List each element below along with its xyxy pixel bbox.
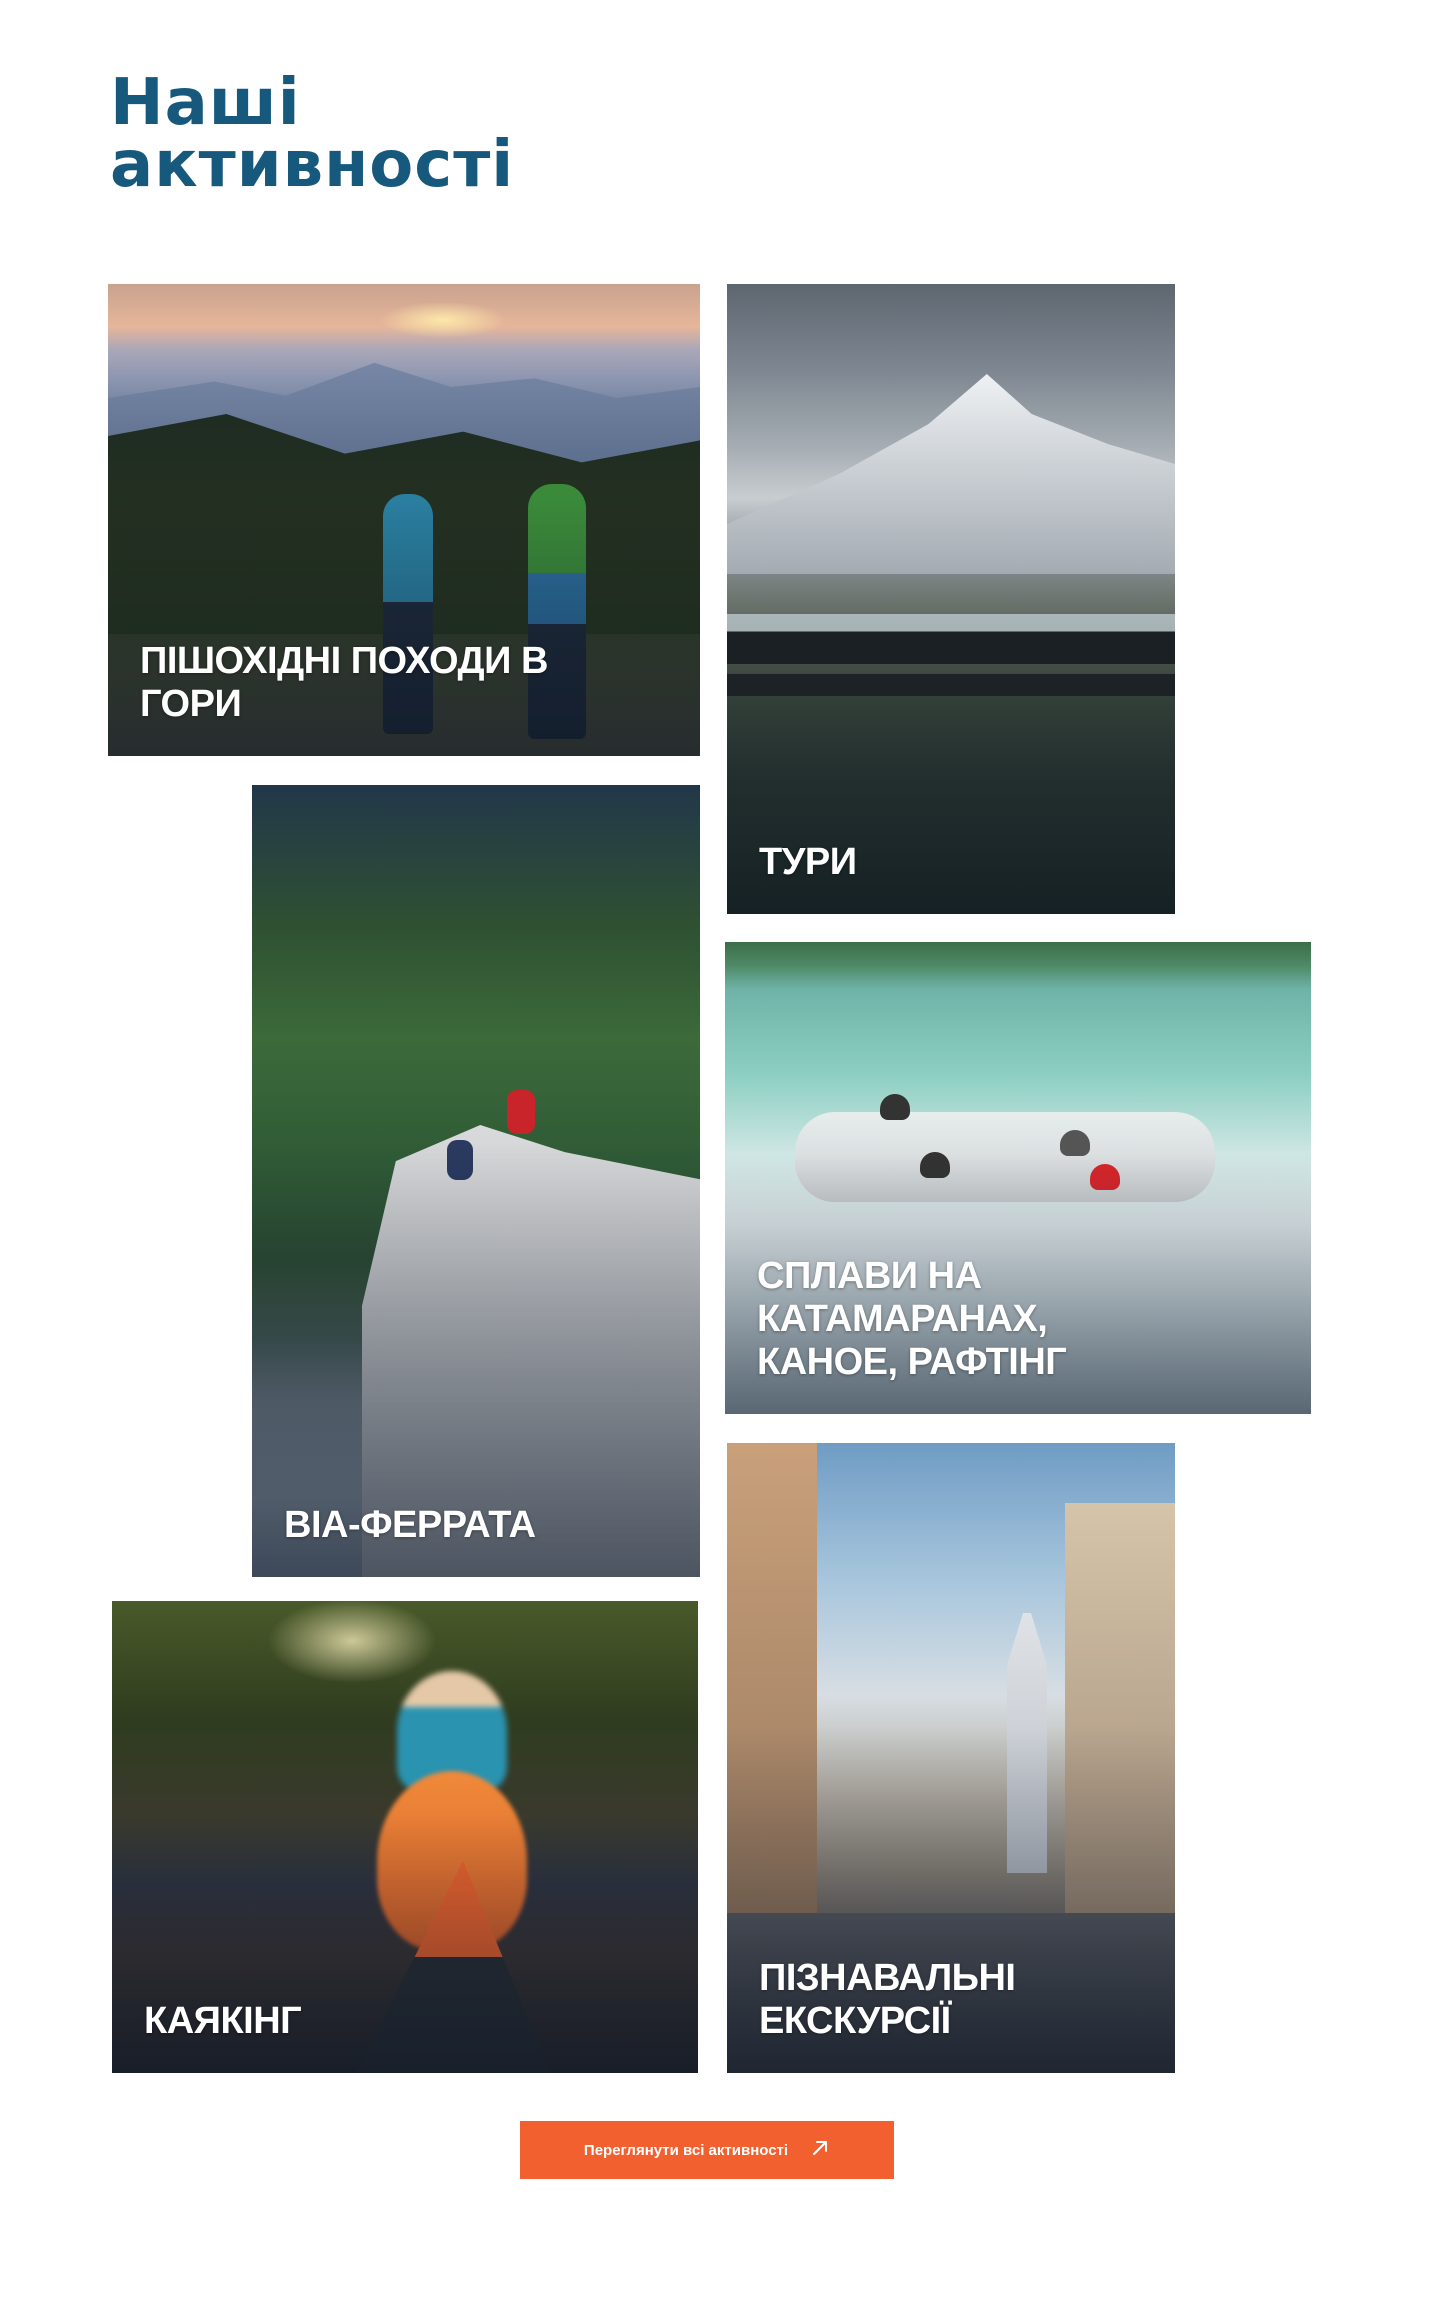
arrow-up-right-icon (810, 2138, 830, 2162)
activity-card-tours[interactable]: ТУРИ (727, 284, 1175, 914)
activity-label: ПІШОХІДНІ ПОХОДИ В ГОРИ (140, 640, 548, 725)
activity-card-rafting[interactable]: СПЛАВИ НА КАТАМАРАНАХ, КАНОЕ, РАФТІНГ (725, 942, 1311, 1414)
view-all-activities-button[interactable]: Переглянути всі активності (520, 2121, 894, 2179)
activity-card-excursions[interactable]: ПІЗНАВАЛЬНІ ЕКСКУРСІЇ (727, 1443, 1175, 2073)
activity-card-via-ferrata[interactable]: ВІА-ФЕРРАТА (252, 785, 700, 1577)
page-title-line2: активності (110, 128, 515, 202)
activity-label: ВІА-ФЕРРАТА (284, 1504, 536, 1546)
view-all-activities-label: Переглянути всі активності (583, 2141, 789, 2159)
activity-label: ТУРИ (759, 841, 857, 883)
page-title-line1: Наші (110, 66, 301, 140)
activity-card-hiking[interactable]: ПІШОХІДНІ ПОХОДИ В ГОРИ (108, 284, 700, 756)
activity-label: СПЛАВИ НА КАТАМАРАНАХ, КАНОЕ, РАФТІНГ (757, 1255, 1067, 1383)
activity-label: ПІЗНАВАЛЬНІ ЕКСКУРСІЇ (759, 1957, 1016, 2042)
activity-label: КАЯКІНГ (144, 2000, 302, 2042)
activity-card-kayaking[interactable]: КАЯКІНГ (112, 1601, 698, 2073)
page-title: Наші активності (110, 66, 515, 202)
